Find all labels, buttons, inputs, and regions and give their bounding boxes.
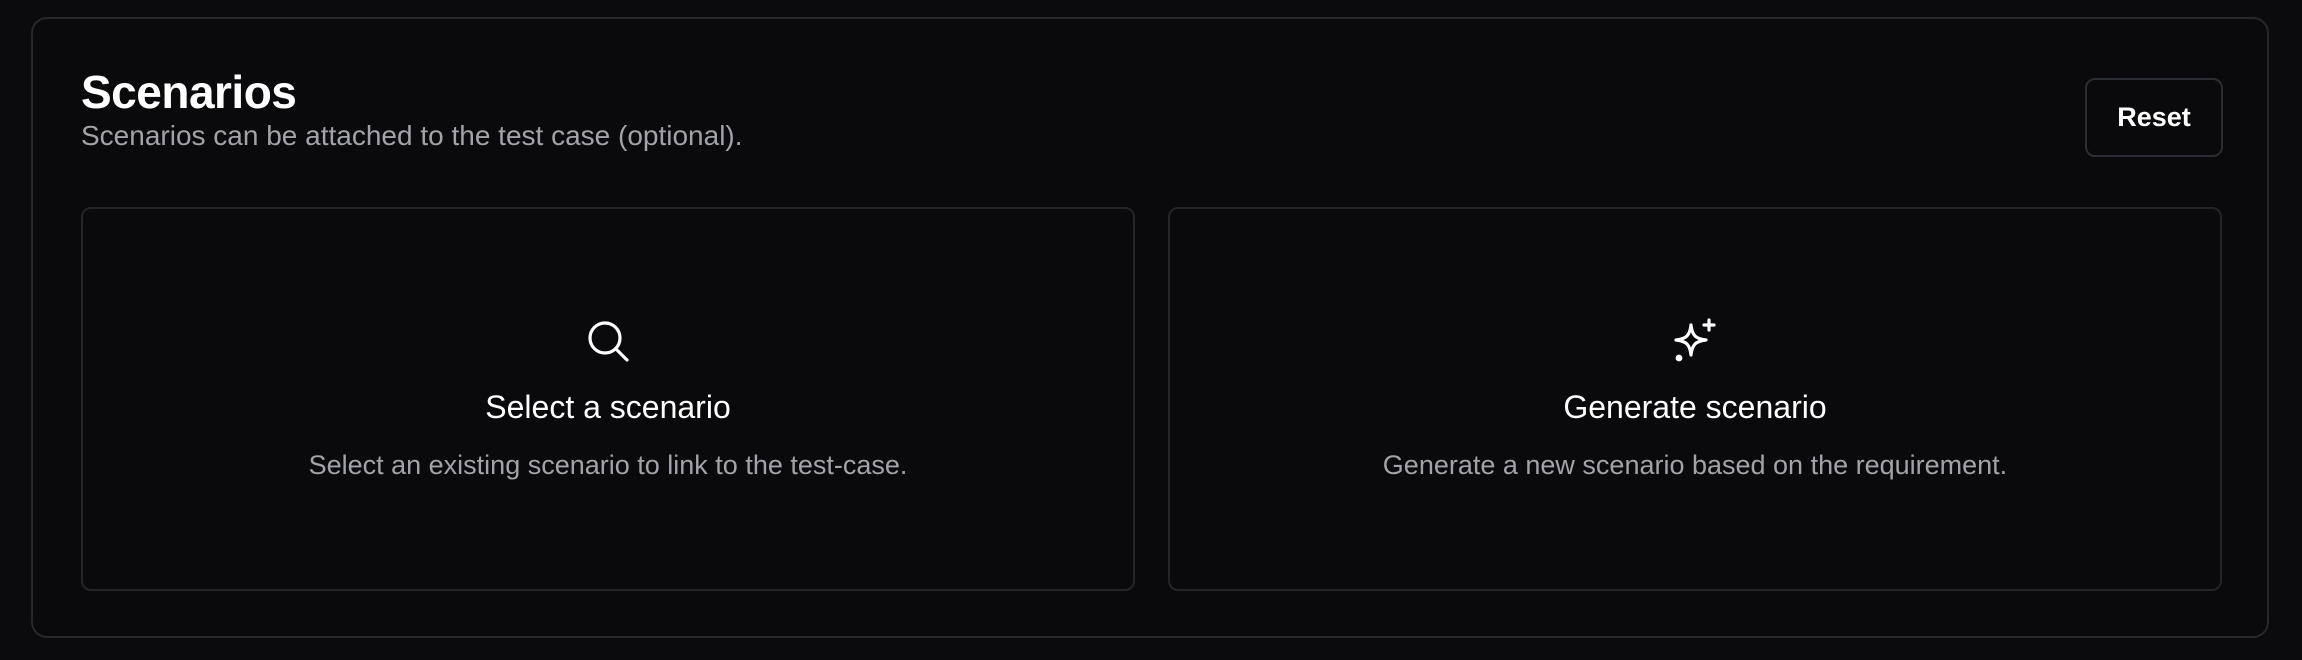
sparkles-icon bbox=[1674, 318, 1716, 362]
generate-scenario-card[interactable]: Generate scenario Generate a new scenari… bbox=[1168, 207, 2222, 591]
generate-scenario-title: Generate scenario bbox=[1563, 389, 1827, 425]
select-scenario-description: Select an existing scenario to link to t… bbox=[308, 450, 908, 480]
scenarios-panel: Scenarios Scenarios can be attached to t… bbox=[31, 17, 2269, 638]
search-icon bbox=[588, 321, 629, 362]
page-subtitle: Scenarios can be attached to the test ca… bbox=[81, 120, 743, 151]
reset-button[interactable]: Reset bbox=[2085, 78, 2223, 157]
select-scenario-title: Select a scenario bbox=[485, 389, 731, 425]
generate-scenario-description: Generate a new scenario based on the req… bbox=[1382, 450, 2008, 480]
page-title: Scenarios bbox=[81, 66, 297, 118]
select-scenario-card[interactable]: Select a scenario Select an existing sce… bbox=[81, 207, 1135, 591]
